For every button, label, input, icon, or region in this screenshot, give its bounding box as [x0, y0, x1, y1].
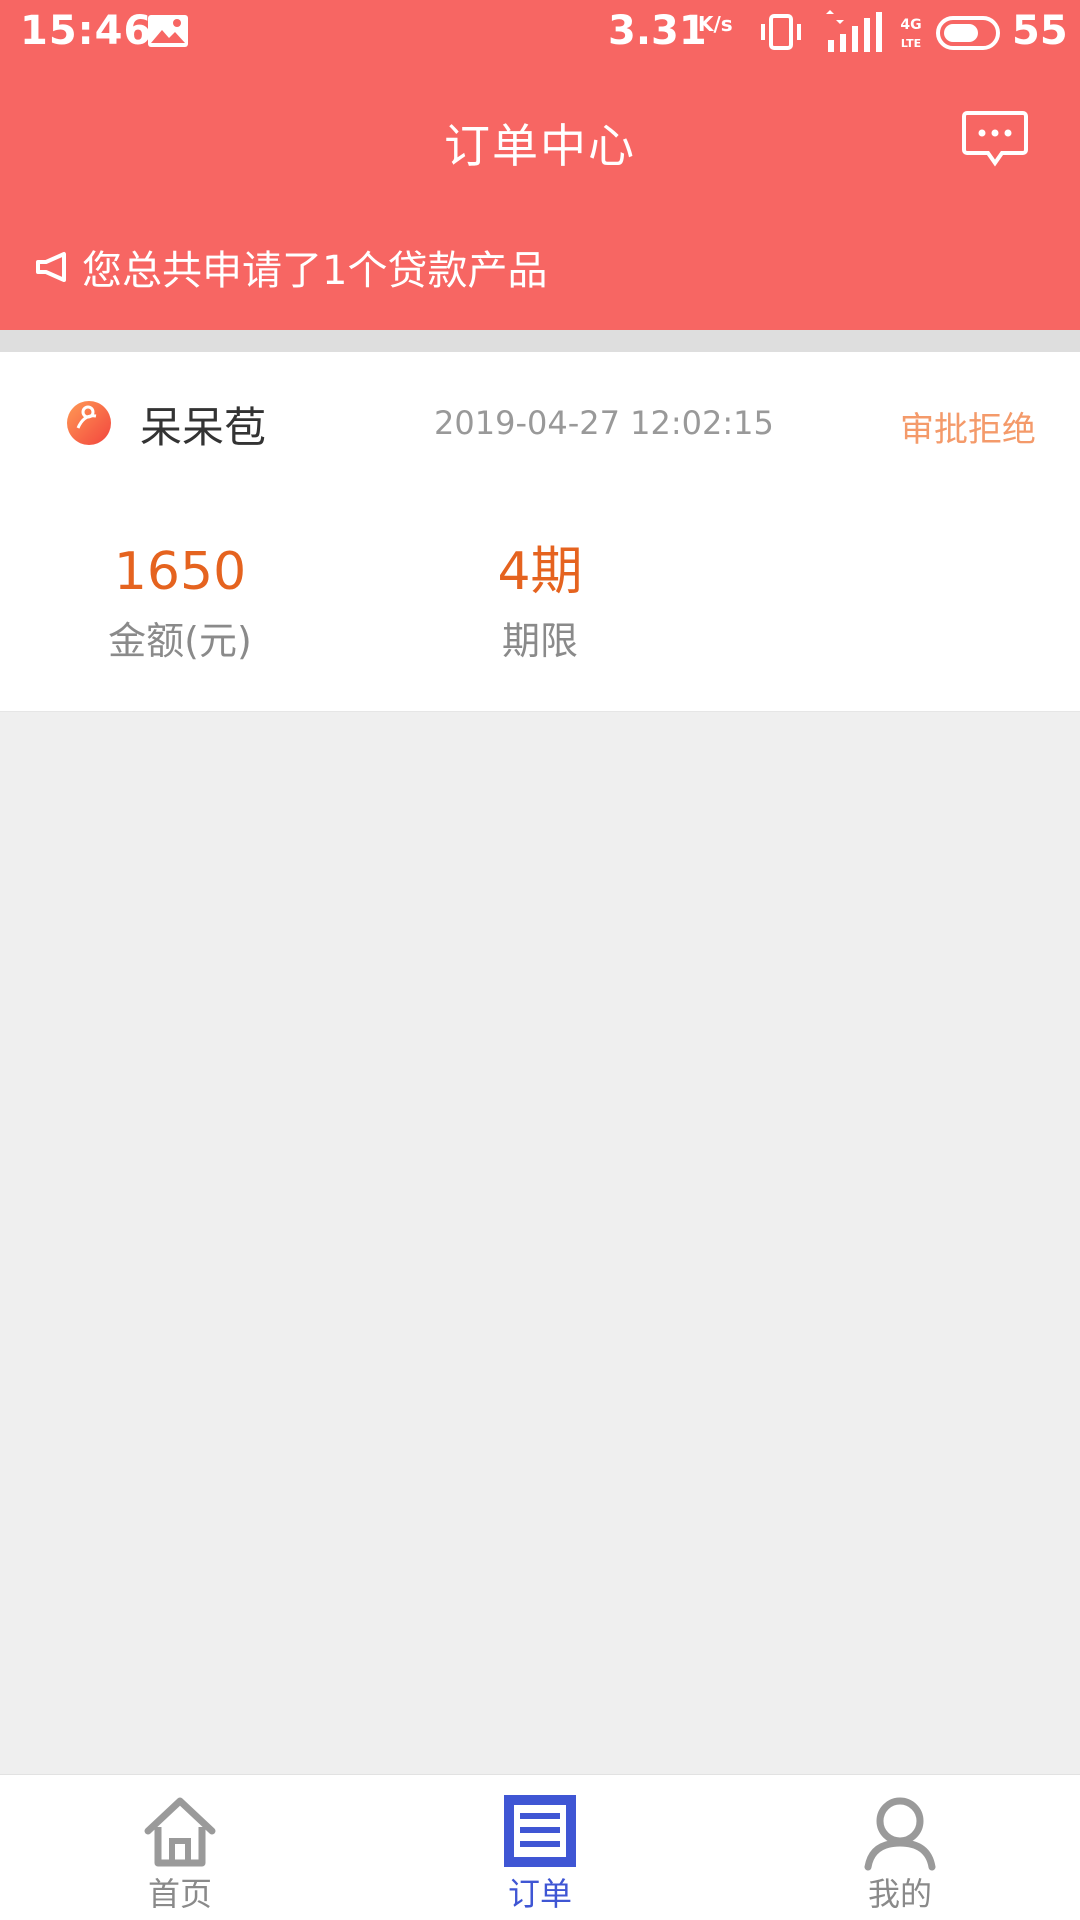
signal-icon: [826, 10, 882, 52]
tab-order-label: 订单: [507, 1875, 572, 1913]
term-label: 期限: [501, 619, 578, 663]
tab-mine-label: 我的: [867, 1875, 932, 1913]
network-4g-icon: 4G LTE: [900, 17, 921, 50]
section-divider: [0, 330, 1080, 352]
network-speed: 3.31: [608, 8, 707, 54]
tab-mine[interactable]: 我的: [720, 1775, 1080, 1920]
status-bar: 15:46 3.31 K/s 4G LTE 55: [0, 0, 1080, 66]
order-center-screen: 15:46 3.31 K/s 4G LTE 55 订单中心 您总共申请了1个贷款…: [0, 0, 1080, 1920]
term-value: 4期: [497, 542, 583, 602]
megaphone-icon: [36, 252, 66, 282]
page-title: 订单中心: [444, 119, 636, 173]
tab-home-label: 首页: [147, 1875, 212, 1913]
battery-icon: [936, 16, 1000, 50]
home-icon: [144, 1797, 216, 1867]
status-time: 15:46: [20, 8, 153, 54]
image-notification-icon: [148, 15, 188, 47]
tab-home[interactable]: 首页: [0, 1775, 360, 1920]
term-stat: 4期 期限: [410, 542, 670, 665]
order-card[interactable]: 呆呆苞 2019-04-27 12:02:15 审批拒绝 1650 金额(元) …: [0, 352, 1080, 712]
message-icon[interactable]: [962, 110, 1028, 168]
product-logo-icon: [67, 401, 111, 445]
order-time: 2019-04-27 12:02:15: [434, 404, 774, 442]
battery-level: 55: [1012, 8, 1068, 54]
header-area: 15:46 3.31 K/s 4G LTE 55 订单中心 您总共申请了1个贷款…: [0, 0, 1080, 330]
tab-order[interactable]: 订单: [360, 1775, 720, 1920]
order-icon: [504, 1795, 576, 1867]
product-name: 呆呆苞: [140, 403, 267, 452]
notice-text: 您总共申请了1个贷款产品: [82, 248, 548, 294]
user-icon: [864, 1797, 936, 1871]
svg-text:LTE: LTE: [901, 37, 921, 50]
svg-text:4G: 4G: [900, 17, 921, 33]
bottom-tab-bar: 首页 订单 我的: [0, 1774, 1080, 1920]
amount-value: 1650: [113, 542, 247, 602]
network-speed-unit: K/s: [698, 12, 733, 36]
order-status-badge: 审批拒绝: [900, 410, 1036, 450]
notice-bar: 您总共申请了1个贷款产品: [34, 242, 547, 294]
amount-stat: 1650 金额(元): [50, 542, 310, 665]
vibrate-icon: [761, 14, 801, 50]
amount-label: 金额(元): [108, 619, 252, 663]
